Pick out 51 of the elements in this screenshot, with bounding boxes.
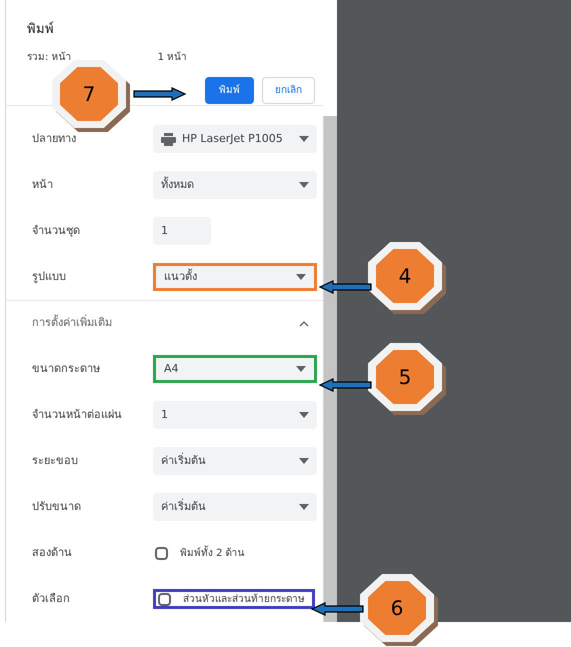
select-field[interactable]: ทั้งหมด <box>153 171 317 199</box>
printer-icon <box>161 132 176 146</box>
checkbox-option[interactable]: ส่วนหัวและส่วนท้ายกระดาษ <box>153 589 315 609</box>
select-value: A4 <box>164 360 180 377</box>
callout-badge: 7 <box>52 60 126 128</box>
dropdown-caret-icon <box>296 274 306 280</box>
select-field[interactable]: 1 <box>153 401 317 429</box>
dropdown-caret-icon <box>299 136 309 142</box>
page-summary: 1 หน้า <box>158 50 188 64</box>
scrollbar[interactable] <box>323 116 337 622</box>
checkbox[interactable] <box>155 546 168 560</box>
arrow-icon <box>318 280 372 294</box>
select-value: HP LaserJet P1005 <box>182 130 284 147</box>
select-field[interactable]: HP LaserJet P1005 <box>153 125 317 153</box>
setting-label: หน้า <box>32 176 54 193</box>
dialog-title: พิมพ์ <box>27 20 55 39</box>
setting-label: ปรับขนาด <box>32 498 82 515</box>
select-value: ค่าเริ่มต้น <box>161 498 207 515</box>
checkbox-label: พิมพ์ทั้ง 2 ด้าน <box>180 546 245 560</box>
checkbox-option[interactable]: พิมพ์ทั้ง 2 ด้าน <box>153 543 315 563</box>
dropdown-caret-icon <box>296 366 306 372</box>
setting-label: สองด้าน <box>32 544 73 561</box>
select-value: ทั้งหมด <box>161 176 195 193</box>
setting-label: จำนวนชุด <box>32 222 81 239</box>
select-field[interactable]: ค่าเริ่มต้น <box>153 447 317 475</box>
more-settings-toggle[interactable]: การตั้งค่าเพิ่มเติม <box>32 315 112 332</box>
cancel-button[interactable]: ยกเลิก <box>262 76 315 104</box>
select-value: 1 <box>161 406 169 423</box>
copies-input[interactable]: 1 <box>153 217 211 245</box>
setting-label: ระยะขอบ <box>32 452 79 469</box>
setting-label: จำนวนหน้าต่อแผ่น <box>32 406 123 423</box>
arrow-icon <box>318 378 372 392</box>
arrow-icon <box>310 602 364 616</box>
checkbox-label: ส่วนหัวและส่วนท้ายกระดาษ <box>183 592 305 606</box>
arrow-icon <box>133 87 187 101</box>
setting-label: ขนาดกระดาษ <box>32 360 101 377</box>
select-field[interactable]: A4 <box>153 355 317 383</box>
select-value: ค่าเริ่มต้น <box>161 452 207 469</box>
setting-label: ปลายทาง <box>32 130 77 147</box>
dropdown-caret-icon <box>299 182 309 188</box>
chevron-up-icon[interactable] <box>299 320 309 326</box>
setting-label: ตัวเลือก <box>32 590 71 607</box>
setting-label: รูปแบบ <box>32 268 67 285</box>
dropdown-caret-icon <box>299 504 309 510</box>
print-button[interactable]: พิมพ์ <box>205 76 254 104</box>
dropdown-caret-icon <box>299 412 309 418</box>
select-value: แนวตั้ง <box>164 268 198 285</box>
select-field[interactable]: ค่าเริ่มต้น <box>153 493 317 521</box>
checkbox[interactable] <box>158 592 171 606</box>
dropdown-caret-icon <box>299 458 309 464</box>
select-field[interactable]: แนวตั้ง <box>153 263 317 291</box>
